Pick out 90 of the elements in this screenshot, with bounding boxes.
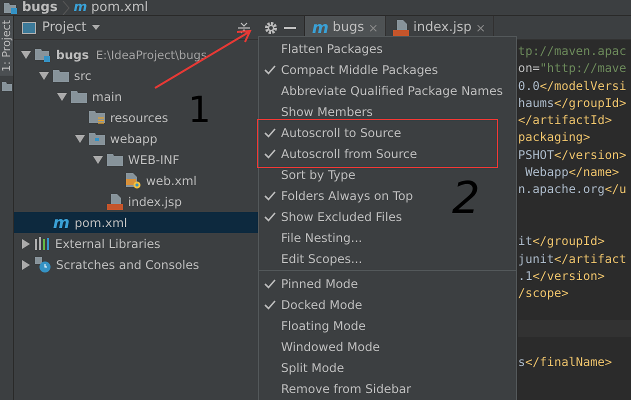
tree-item-label: index.jsp <box>128 194 182 208</box>
menu-item[interactable]: Folders Always on Top <box>281 188 414 202</box>
code-token: Webapp <box>524 165 569 180</box>
folder-icon <box>2 82 12 91</box>
tab-label: index.jsp <box>413 20 472 35</box>
tree-item-label: webapp <box>110 132 158 146</box>
project-path: E:\IdeaProject\bugs <box>96 48 207 62</box>
handwritten-mark: 1 <box>188 92 211 130</box>
breadcrumb[interactable]: pom.xml <box>91 0 148 14</box>
code-token: </version> <box>554 148 626 162</box>
jsp-file-icon <box>393 20 410 36</box>
tab-label: bugs <box>332 20 364 35</box>
web-folder-icon <box>89 132 105 144</box>
handwritten-mark: 2 <box>452 176 480 222</box>
menu-item[interactable]: Flatten Packages <box>281 42 383 56</box>
menu-item[interactable]: Docked Mode <box>281 298 362 312</box>
menu-item[interactable]: Sort by Type <box>281 168 356 182</box>
breadcrumb[interactable]: bugs <box>22 0 58 14</box>
menu-item[interactable]: Split Mode <box>281 360 344 374</box>
maven-m-icon: m <box>312 20 329 34</box>
code-token: </artifactId> <box>518 113 612 128</box>
code-token: haums <box>518 96 554 110</box>
project-view-icon <box>22 22 36 34</box>
menu-item[interactable]: Autoscroll from Source <box>281 146 418 160</box>
maven-m-icon: m <box>53 216 70 230</box>
expanded-arrow-icon[interactable] <box>57 92 67 100</box>
module-folder-icon <box>35 48 51 62</box>
code-token: </finalName> <box>525 355 612 370</box>
chevron-icon <box>62 0 70 14</box>
code-token: </artifact <box>554 252 626 266</box>
code-token: "http://mave <box>540 61 626 76</box>
code-token: </version> <box>532 268 605 283</box>
code-token: it <box>518 234 532 248</box>
menu-item[interactable]: Pinned Mode <box>281 276 358 290</box>
code-token: </groupId> <box>532 234 605 248</box>
collapsed-arrow-icon[interactable] <box>22 238 30 248</box>
scratches-icon <box>35 256 51 272</box>
code-token: junit <box>518 252 554 266</box>
tree-item-label: bugs <box>56 48 89 62</box>
code-token: </u <box>604 182 626 196</box>
code-token: 0.0 <box>518 78 540 93</box>
tree-item-label: WEB-INF <box>128 152 180 166</box>
menu-item[interactable]: Abbreviate Qualified Package Names <box>281 84 503 98</box>
module-folder-icon <box>4 2 18 14</box>
code-token: on= <box>518 61 540 76</box>
code-token: </groupId> <box>554 96 626 110</box>
collapsed-arrow-icon[interactable] <box>22 260 30 270</box>
menu-item[interactable]: Show Members <box>281 104 373 118</box>
tree-item-label: External Libraries <box>55 236 160 250</box>
menu-item[interactable]: Compact Middle Packages <box>281 62 438 76</box>
menu-item[interactable]: Floating Mode <box>281 318 366 332</box>
code-token: </modelVersi <box>540 78 626 93</box>
maven-m-icon: m <box>74 2 88 14</box>
tree-item-label: src <box>74 68 92 82</box>
close-icon[interactable]: × <box>476 20 486 34</box>
menu-item[interactable]: Edit Scopes... <box>281 252 362 266</box>
panel-title[interactable]: Project <box>42 20 86 35</box>
code-token: </name> <box>568 165 620 180</box>
menu-item[interactable]: File Nesting... <box>281 230 362 244</box>
folder-icon <box>107 154 123 166</box>
tree-item-label: resources <box>110 110 168 124</box>
folder-icon <box>53 70 69 82</box>
code-token: tp://maven.apac <box>518 44 626 58</box>
tree-item-label: web.xml <box>146 174 197 188</box>
expanded-arrow-icon[interactable] <box>21 50 31 58</box>
expanded-arrow-icon[interactable] <box>75 134 85 142</box>
libraries-icon <box>35 237 50 250</box>
folder-icon <box>71 90 87 102</box>
xml-file-icon <box>125 172 141 188</box>
caret-icon[interactable] <box>92 25 100 30</box>
code-token: packaging> <box>518 130 590 144</box>
settings-icon[interactable] <box>264 20 278 34</box>
code-token: .1 <box>518 268 532 283</box>
expanded-arrow-icon[interactable] <box>93 156 103 164</box>
project-side-tab[interactable]: 1: Project <box>0 16 13 76</box>
tree-item-label: Scratches and Consoles <box>56 258 200 272</box>
tree-item-label: main <box>92 90 122 104</box>
jsp-file-icon <box>107 194 123 210</box>
expanded-arrow-icon[interactable] <box>39 72 49 80</box>
menu-item[interactable]: Autoscroll to Source <box>281 126 402 140</box>
menu-item[interactable]: Remove from Sidebar <box>281 382 412 396</box>
menu-item[interactable]: Windowed Mode <box>281 340 380 354</box>
code-token: s <box>518 355 526 370</box>
resources-folder-icon <box>89 111 105 124</box>
tree-item-label: pom.xml <box>74 216 128 230</box>
minimize-icon[interactable] <box>284 26 296 28</box>
code-token: PSHOT <box>518 148 554 162</box>
code-token: /scope> <box>518 286 569 300</box>
collapse-all-icon[interactable] <box>238 22 250 34</box>
code-token: n.apache.org <box>518 182 605 196</box>
